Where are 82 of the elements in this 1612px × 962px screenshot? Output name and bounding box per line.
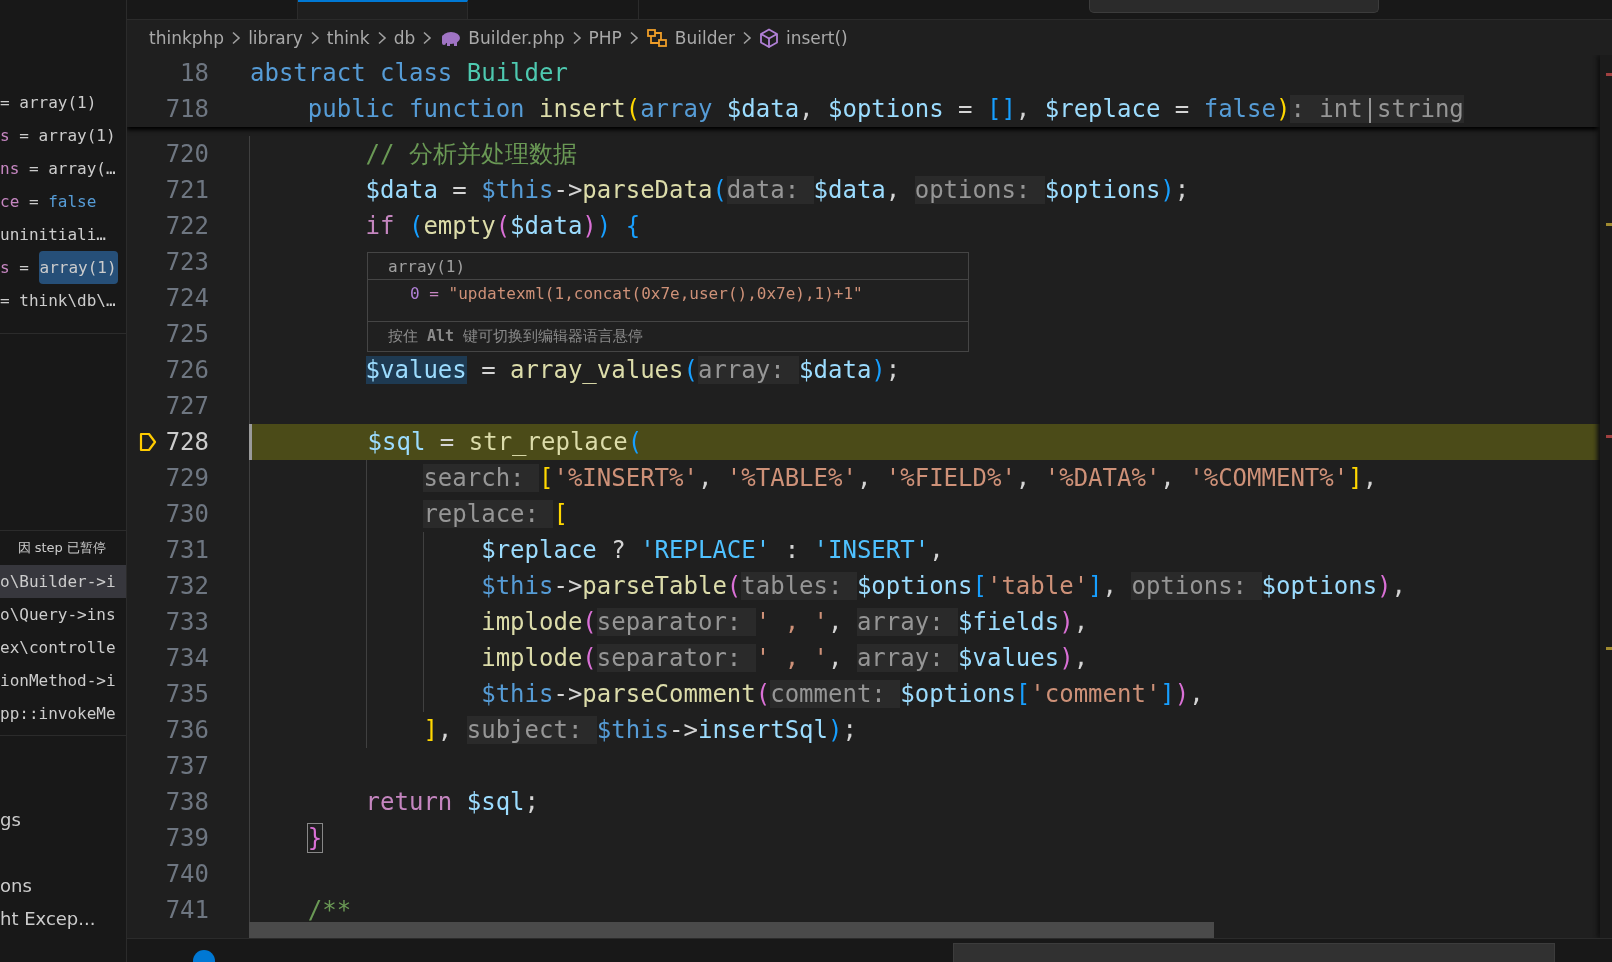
code-line: /**	[307, 895, 352, 926]
line-number: 730	[165, 499, 209, 530]
variable-row[interactable]: = array(1)	[0, 86, 126, 119]
code-line: return $sql;	[365, 787, 539, 818]
chevron-right-icon	[422, 30, 433, 45]
variable-row[interactable]: = think\db\…	[0, 284, 126, 317]
code-line: implode(separator: ' , ', array: $fields),	[481, 607, 1089, 638]
paused-status: 因 step 已暂停	[17, 539, 106, 557]
class-icon	[645, 27, 668, 48]
code-line: search: ['%INSERT%', '%TABLE%', '%FIELD%', '%DATA%', '%COMMENT%'],	[423, 463, 1378, 494]
line-number: 741	[165, 895, 209, 926]
hover-hint: 按住 Alt 键可切换到编辑器语言悬停	[388, 327, 644, 346]
line-number: 736	[165, 715, 209, 746]
line-number: 718	[165, 94, 209, 125]
breakpoint-item[interactable]: ht Excep...	[0, 902, 126, 935]
breakpoint-item[interactable]: gs	[0, 803, 126, 836]
variable-row[interactable]: ce = false	[0, 185, 126, 218]
line-number: 724	[165, 283, 209, 314]
array-entry: 0 = "updatexml(1,concat(0x7e,user(),0x7e),1)+1"	[410, 284, 863, 303]
code-line: $data = $this->parseData(data: $data, options: $options);	[365, 175, 1190, 206]
stack-frame[interactable]: o\Builder->i	[0, 565, 126, 598]
line-number: 737	[165, 751, 209, 782]
code-line: // 分析并处理数据	[365, 139, 577, 170]
chevron-right-icon	[628, 30, 639, 45]
breadcrumb-item[interactable]: thinkphp	[149, 27, 225, 48]
breadcrumb-item[interactable]: db	[393, 27, 416, 48]
breakpoint-arrow-icon	[139, 432, 157, 452]
line-number: 721	[165, 175, 209, 206]
chevron-right-icon	[231, 30, 242, 45]
line-number: 738	[165, 787, 209, 818]
line-number: 740	[165, 859, 209, 890]
code-line: abstract class Builder	[250, 58, 568, 89]
code-line: $sql = str_replace(	[367, 427, 643, 458]
stack-frame[interactable]: ionMethod->i	[0, 664, 126, 697]
chevron-right-icon	[309, 30, 320, 45]
variable-row[interactable]: uninitiali…	[0, 218, 126, 251]
code-line: $this->parseTable(tables: $options['table'], options: $options),	[481, 571, 1406, 602]
line-number: 731	[165, 535, 209, 566]
chevron-right-icon	[742, 30, 752, 45]
cube-icon	[759, 27, 779, 48]
breadcrumb-item[interactable]: think	[326, 27, 370, 48]
breakpoint-item[interactable]: ons	[0, 869, 126, 902]
variable-row[interactable]: s = array(1)	[0, 119, 126, 152]
line-number: 726	[165, 355, 209, 386]
code-line: implode(separator: ' , ', array: $values),	[481, 643, 1089, 674]
scrollbar[interactable]	[1600, 55, 1612, 938]
chevron-right-icon	[376, 30, 387, 45]
code-line: ], subject: $this->insertSql);	[423, 715, 857, 746]
chevron-right-icon	[571, 30, 582, 45]
code-line: public function insert(array $data, $options = [], $replace = false): int|string	[307, 94, 1464, 125]
line-number: 735	[165, 679, 209, 710]
line-number: 729	[165, 463, 209, 494]
line-number: 727	[165, 391, 209, 422]
line-number: 728	[165, 427, 209, 458]
code-line: $this->parseComment(comment: $options['comment']),	[481, 679, 1204, 710]
line-number: 723	[165, 247, 209, 278]
breadcrumb-item[interactable]: Builder.php	[468, 27, 565, 48]
filter-field[interactable]	[953, 943, 1555, 962]
stack-frame[interactable]: o\Query->ins	[0, 598, 126, 631]
breadcrumb-item[interactable]: library	[248, 27, 303, 48]
code-line: $values = array_values(array: $data);	[365, 355, 901, 386]
breadcrumb-item[interactable]: insert()	[786, 27, 848, 48]
line-number: 734	[165, 643, 209, 674]
breadcrumb-item[interactable]: Builder	[674, 27, 735, 48]
code-line: }	[307, 823, 323, 854]
stack-frame[interactable]: pp::invokeMe	[0, 697, 126, 730]
code-line: $replace ? 'REPLACE' : 'INSERT',	[481, 535, 944, 566]
code-line: if (empty($data)) {	[365, 211, 641, 242]
count-badge	[193, 950, 215, 962]
editor-tab[interactable]	[298, 0, 468, 19]
line-number: 18	[180, 58, 209, 89]
stack-frame[interactable]: ex\controlle	[0, 631, 126, 664]
breadcrumb-item[interactable]: PHP	[588, 27, 622, 48]
line-number: 732	[165, 571, 209, 602]
scrollbar[interactable]	[249, 922, 1214, 938]
line-number: 725	[165, 319, 209, 350]
line-number: 720	[165, 139, 209, 170]
value-type: array(1)	[388, 256, 466, 276]
line-number: 722	[165, 211, 209, 242]
line-number: 739	[165, 823, 209, 854]
variable-row[interactable]: ns = array(…	[0, 152, 126, 185]
line-number: 733	[165, 607, 209, 638]
